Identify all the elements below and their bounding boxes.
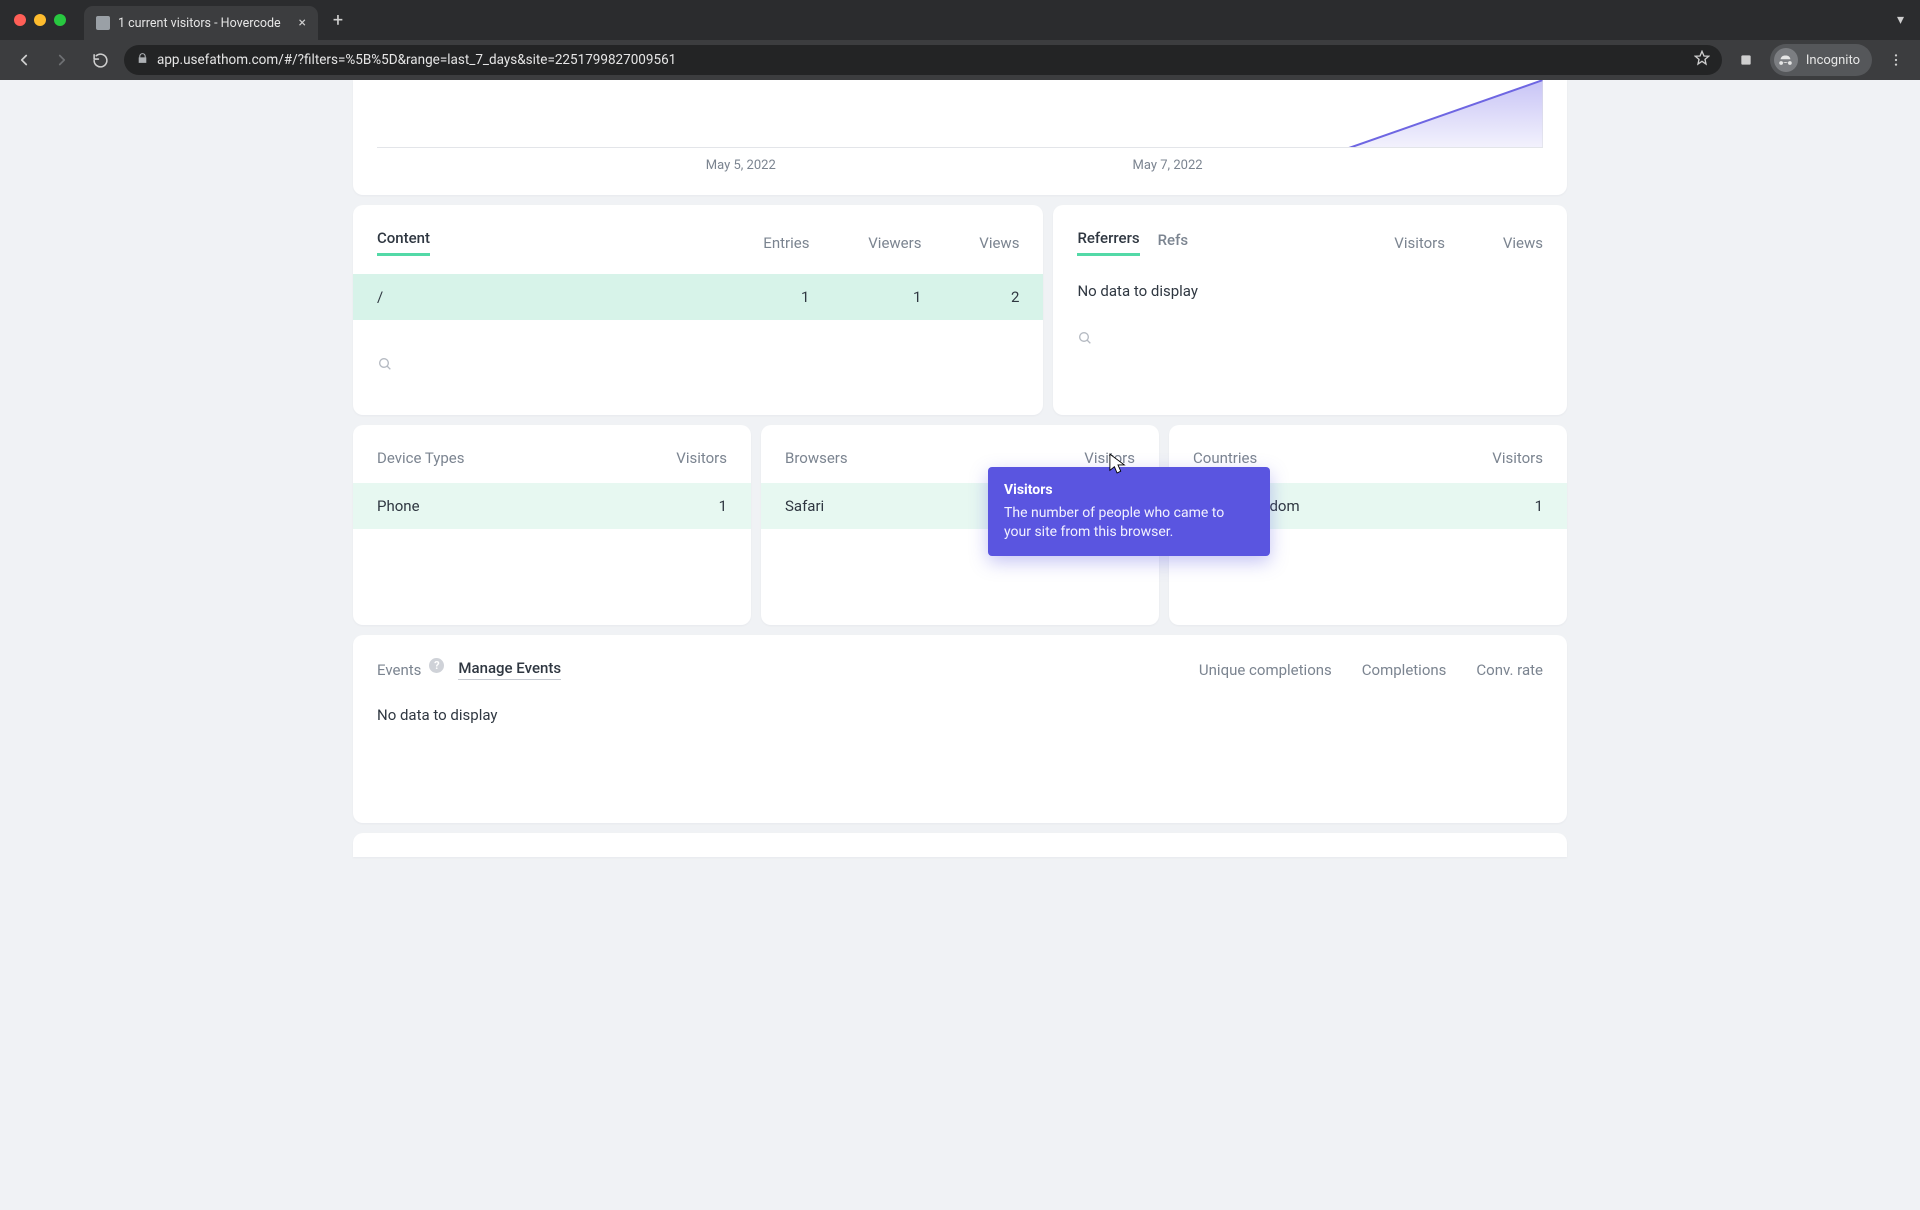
- favicon-icon: [96, 16, 110, 30]
- new-tab-button[interactable]: +: [324, 6, 352, 34]
- events-title: Events: [377, 661, 421, 679]
- tooltip-visitors: Visitors The number of people who came t…: [988, 467, 1270, 556]
- col-entries[interactable]: Entries: [737, 234, 809, 252]
- browsers-col-visitors[interactable]: Visitors: [1077, 449, 1135, 467]
- countries-title: Countries: [1193, 449, 1257, 467]
- extensions-icon[interactable]: [1732, 46, 1760, 74]
- events-empty: No data to display: [377, 706, 1543, 724]
- url-text: app.usefathom.com/#/?filters=%5B%5D&rang…: [157, 52, 1686, 68]
- tooltip-title: Visitors: [1004, 481, 1254, 500]
- chart-card: May 5, 2022 May 7, 2022: [353, 80, 1567, 195]
- device-col-visitors[interactable]: Visitors: [669, 449, 727, 467]
- window-close-icon[interactable]: [14, 14, 26, 26]
- device-row-label: Phone: [377, 497, 669, 515]
- col-viewers[interactable]: Viewers: [849, 234, 921, 252]
- events-card: Events ? Manage Events Unique completion…: [353, 635, 1567, 823]
- browser-tab[interactable]: 1 current visitors - Hovercode ×: [84, 6, 318, 40]
- forward-button[interactable]: [48, 46, 76, 74]
- content-row-entries: 1: [737, 288, 809, 306]
- device-title: Device Types: [377, 449, 465, 467]
- browser-tabstrip: 1 current visitors - Hovercode × + ▾: [0, 0, 1920, 40]
- tab-title: 1 current visitors - Hovercode: [118, 16, 291, 31]
- content-card: Content Entries Viewers Views / 1 1 2: [353, 205, 1043, 415]
- window-minimize-icon[interactable]: [34, 14, 46, 26]
- kebab-menu-icon[interactable]: [1882, 46, 1910, 74]
- content-row-label: /: [377, 288, 737, 306]
- next-card-peek: [353, 833, 1567, 857]
- content-row[interactable]: / 1 1 2: [353, 274, 1043, 320]
- referrers-empty: No data to display: [1077, 282, 1543, 300]
- manage-events-link[interactable]: Manage Events: [458, 659, 561, 680]
- reload-button[interactable]: [86, 46, 114, 74]
- tab-close-icon[interactable]: ×: [299, 16, 306, 30]
- browser-toolbar: app.usefathom.com/#/?filters=%5B%5D&rang…: [0, 40, 1920, 80]
- referrers-card: Referrers Refs Visitors Views No data to…: [1053, 205, 1567, 415]
- chart-area[interactable]: [377, 80, 1543, 148]
- incognito-badge[interactable]: Incognito: [1770, 44, 1872, 76]
- content-row-viewers: 1: [849, 288, 921, 306]
- col-completions[interactable]: Completions: [1362, 661, 1447, 679]
- tab-referrers[interactable]: Referrers: [1077, 229, 1139, 256]
- content-search-icon[interactable]: [377, 356, 1019, 376]
- device-types-card: Device Types Visitors Phone 1: [353, 425, 751, 625]
- col-views[interactable]: Views: [961, 234, 1019, 252]
- incognito-label: Incognito: [1806, 53, 1860, 68]
- bookmark-star-icon[interactable]: [1694, 50, 1710, 70]
- device-row-value: 1: [669, 497, 727, 515]
- incognito-icon: [1774, 48, 1798, 72]
- window-zoom-icon[interactable]: [54, 14, 66, 26]
- page-viewport: May 5, 2022 May 7, 2022 Content Entries …: [0, 80, 1920, 1210]
- countries-row-value: 1: [1485, 497, 1543, 515]
- col-conv-rate[interactable]: Conv. rate: [1476, 661, 1543, 679]
- browsers-title: Browsers: [785, 449, 848, 467]
- window-traffic-lights: [14, 14, 66, 26]
- tab-content[interactable]: Content: [377, 229, 430, 256]
- col-unique-completions[interactable]: Unique completions: [1199, 661, 1332, 679]
- tab-refs[interactable]: Refs: [1158, 231, 1189, 255]
- chart-x-labels: May 5, 2022 May 7, 2022: [377, 158, 1543, 173]
- chart-label-1: May 5, 2022: [706, 158, 776, 173]
- chart-label-2: May 7, 2022: [1133, 158, 1203, 173]
- col-ref-visitors[interactable]: Visitors: [1373, 234, 1445, 252]
- address-bar[interactable]: app.usefathom.com/#/?filters=%5B%5D&rang…: [124, 45, 1722, 75]
- tooltip-body: The number of people who came to your si…: [1004, 504, 1254, 542]
- help-icon[interactable]: ?: [429, 658, 444, 673]
- device-row[interactable]: Phone 1: [353, 483, 751, 529]
- countries-col-visitors[interactable]: Visitors: [1485, 449, 1543, 467]
- col-ref-views[interactable]: Views: [1485, 234, 1543, 252]
- tabs-overflow-icon[interactable]: ▾: [1897, 12, 1910, 28]
- content-row-views: 2: [961, 288, 1019, 306]
- back-button[interactable]: [10, 46, 38, 74]
- referrers-search-icon[interactable]: [1077, 330, 1543, 350]
- lock-icon: [136, 52, 149, 68]
